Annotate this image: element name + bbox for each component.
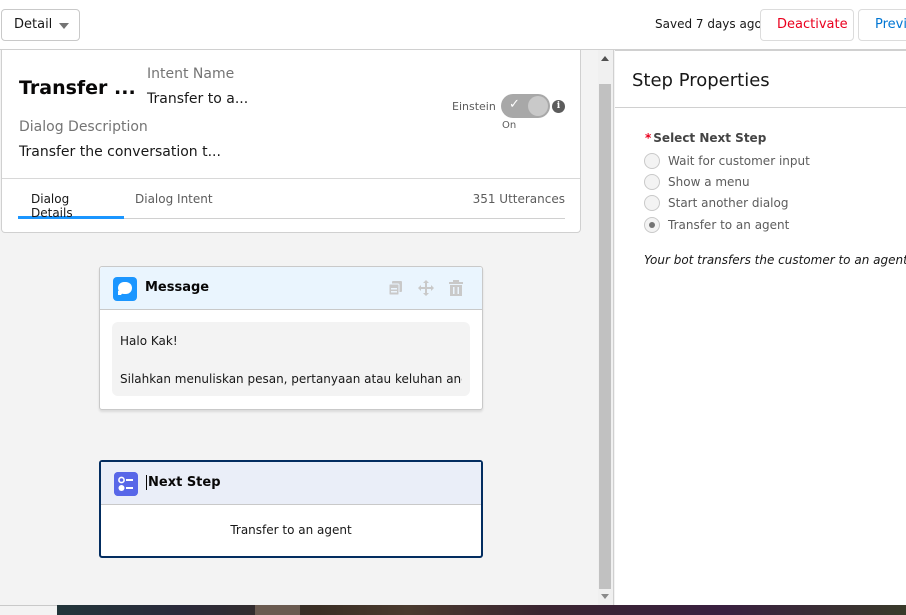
einstein-toggle-state: On [502,120,517,131]
scrollbar-thumb[interactable] [599,84,611,589]
next-step-title[interactable]: Next Step [146,475,221,490]
radio-button-checked[interactable] [644,217,660,233]
next-step-card[interactable]: Next Step Transfer to an agent [99,460,483,558]
select-next-step-label: * Select Next Step [645,131,766,145]
radio-button[interactable] [644,174,660,190]
scroll-down-arrow-icon[interactable] [601,594,609,599]
canvas-scrollbar[interactable] [598,50,614,605]
intent-name-label: Intent Name [147,66,235,82]
intent-name-value: Transfer to a... [147,91,249,107]
trash-icon[interactable] [448,280,464,296]
saved-status: Saved 7 days ago [655,17,762,31]
field-label-text: Select Next Step [653,131,767,145]
divider [615,107,906,108]
chevron-down-icon [59,23,69,29]
message-step-title: Message [145,280,210,295]
message-step-header: Message [100,267,482,310]
deactivate-button[interactable]: Deactivate [760,9,854,41]
next-step-value: Transfer to an agent [230,523,352,537]
copy-icon[interactable] [388,280,404,296]
einstein-toggle[interactable]: ✓ [501,94,550,118]
radio-button[interactable] [644,153,660,169]
tab-dialog-details[interactable]: Dialog Details [18,192,124,220]
radio-label: Show a menu [668,175,750,189]
top-toolbar: Detail Saved 7 days ago Deactivate Previ… [0,0,906,50]
message-line: Silahkan menuliskan pesan, pertanyaan at… [120,372,462,386]
dialog-tabs: Dialog Details Dialog Intent 351 Utteran… [18,179,565,220]
message-step-card[interactable]: Message Halo Kak! Silahkan menuliskan pe… [99,266,483,410]
radio-label: Start another dialog [668,196,789,210]
dialog-description-label: Dialog Description [19,119,148,135]
dialog-canvas: Transfer ... Intent Name Transfer to a..… [0,50,598,605]
utterances-count: 351 Utterances [472,192,565,206]
info-icon[interactable]: i [552,100,565,113]
toggle-knob [528,96,548,116]
next-step-icon [114,472,138,496]
tab-dialog-intent[interactable]: Dialog Intent [122,192,226,219]
step-properties-panel: Step Properties * Select Next Step Wait f… [615,50,906,605]
view-select-value: Detail [14,17,53,32]
radio-button[interactable] [644,195,660,211]
view-select[interactable]: Detail [1,9,80,41]
move-icon[interactable] [418,280,434,296]
required-indicator: * [645,131,652,145]
scroll-up-arrow-icon[interactable] [601,56,609,61]
help-text: Your bot transfers the customer to an ag… [644,253,906,267]
dialog-header-card: Transfer ... Intent Name Transfer to a..… [1,50,581,233]
step-properties-title: Step Properties [632,70,770,91]
preview-button[interactable]: Preview [858,9,906,41]
chat-bubble-icon [113,277,137,301]
message-text[interactable]: Halo Kak! Silahkan menuliskan pesan, per… [112,322,470,396]
einstein-label: Einstein [452,100,496,113]
radio-label: Wait for customer input [668,154,810,168]
dialog-title[interactable]: Transfer ... [19,77,136,99]
dialog-description-value: Transfer the conversation t... [19,144,221,160]
horizontal-scrollbar-thumb[interactable] [255,605,300,615]
bottom-strip [0,605,906,615]
check-icon: ✓ [509,97,520,112]
radio-label: Transfer to an agent [668,218,790,232]
next-step-header: Next Step [101,462,481,505]
message-line: Halo Kak! [120,334,178,348]
horizontal-scrollbar-track[interactable] [0,605,57,615]
